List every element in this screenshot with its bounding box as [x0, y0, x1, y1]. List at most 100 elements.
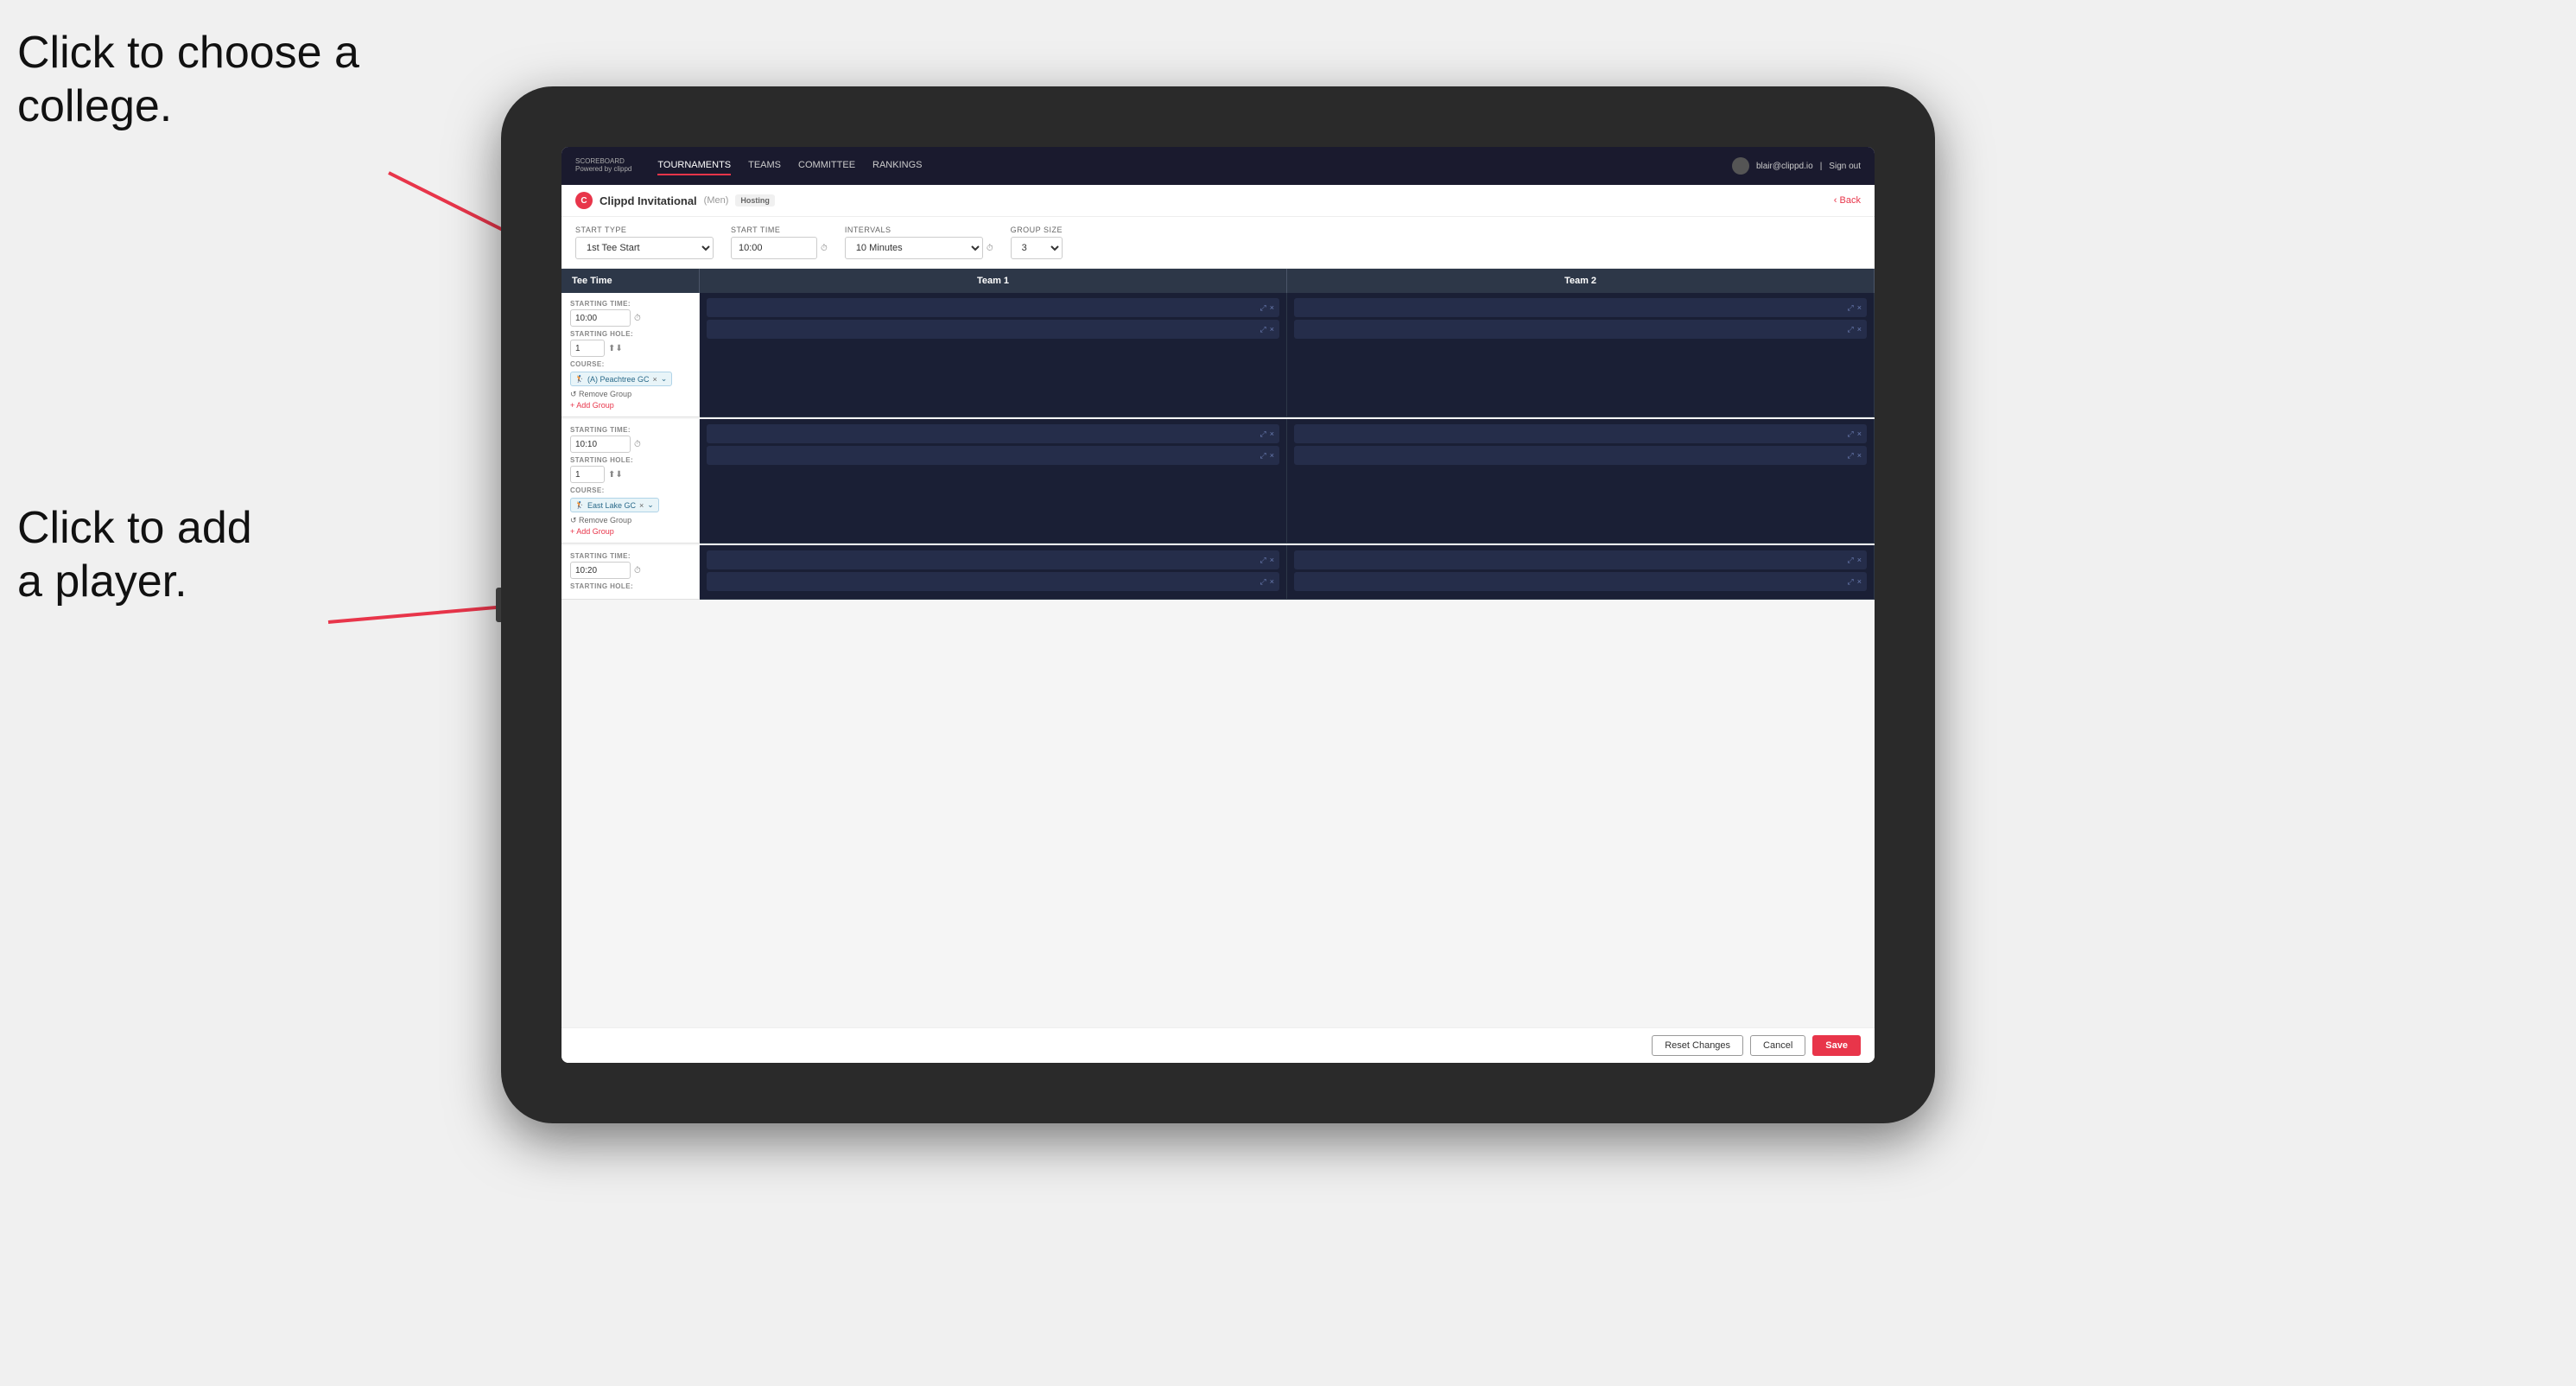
- time-clock-icon-r1: ⏱: [634, 314, 641, 323]
- start-type-label: Start Type: [575, 226, 714, 234]
- course-remove-r2[interactable]: ×: [639, 501, 644, 510]
- course-icon-r1: 🏌: [575, 375, 584, 383]
- player-remove-icon12[interactable]: ×: [1857, 577, 1862, 586]
- player-remove-icon[interactable]: ×: [1270, 303, 1274, 312]
- remove-group-r1[interactable]: ↺ Remove Group: [570, 390, 690, 399]
- player-row-r2-t1-1[interactable]: ⤢ ×: [707, 424, 1279, 443]
- add-group-r1[interactable]: + Add Group: [570, 401, 690, 410]
- course-tag-r2[interactable]: 🏌 East Lake GC × ⌄: [570, 498, 659, 512]
- user-email: blair@clippd.io: [1756, 162, 1813, 171]
- annotation-player-text: Click to add a player.: [17, 503, 252, 607]
- logo-sub-text: Powered by clippd: [575, 166, 631, 174]
- starting-time-input-r3[interactable]: [570, 562, 631, 579]
- nav-teams[interactable]: TEAMS: [748, 156, 781, 175]
- app-logo: SCOREBOARD Powered by clippd: [575, 158, 631, 174]
- user-avatar: [1732, 157, 1749, 175]
- save-button[interactable]: Save: [1812, 1035, 1861, 1056]
- player-expand-icon3: ⤢: [1848, 303, 1854, 313]
- course-dropdown-r1[interactable]: ⌄: [661, 374, 668, 384]
- reset-changes-button[interactable]: Reset Changes: [1652, 1035, 1743, 1056]
- player-expand-icon6: ⤢: [1260, 451, 1266, 461]
- th-tee-time: Tee Time: [562, 269, 700, 293]
- tablet-side-button: [496, 588, 501, 622]
- back-label: Back: [1840, 195, 1861, 206]
- remove-group-r2[interactable]: ↺ Remove Group: [570, 516, 690, 525]
- nav-rankings[interactable]: RANKINGS: [872, 156, 922, 175]
- team2-cell-r3: ⤢ × ⤢ ×: [1287, 545, 1875, 600]
- starting-hole-label-r1: STARTING HOLE:: [570, 330, 690, 338]
- starting-hole-input-r2[interactable]: [570, 466, 605, 483]
- player-remove-icon6[interactable]: ×: [1270, 451, 1274, 460]
- group-size-select[interactable]: 3: [1011, 237, 1063, 259]
- hole-stepper-r2[interactable]: ⬆⬇: [608, 470, 623, 480]
- player-row-r2-t1-2[interactable]: ⤢ ×: [707, 446, 1279, 465]
- player-row-r2-t2-2[interactable]: ⤢ ×: [1294, 446, 1867, 465]
- player-row-r1-t1-2[interactable]: ⤢ ×: [707, 320, 1279, 339]
- starting-time-input-r2[interactable]: [570, 436, 631, 453]
- player-remove-icon8[interactable]: ×: [1857, 451, 1862, 460]
- player-row-r3-t2-2[interactable]: ⤢ ×: [1294, 572, 1867, 591]
- starting-time-label-r1: STARTING TIME:: [570, 300, 690, 308]
- tablet-shell: SCOREBOARD Powered by clippd TOURNAMENTS…: [501, 86, 1935, 1123]
- sub-header: C Clippd Invitational (Men) Hosting ‹ Ba…: [562, 185, 1875, 217]
- nav-committee[interactable]: COMMITTEE: [798, 156, 855, 175]
- player-row-r1-t1-1[interactable]: ⤢ ×: [707, 298, 1279, 317]
- start-type-group: Start Type 1st Tee Start: [575, 226, 714, 259]
- player-remove-icon10[interactable]: ×: [1270, 577, 1274, 586]
- player-expand-icon11: ⤢: [1848, 556, 1854, 565]
- player-expand-icon12: ⤢: [1848, 577, 1854, 587]
- add-group-r2[interactable]: + Add Group: [570, 527, 690, 536]
- team2-cell-r1: ⤢ × ⤢ ×: [1287, 293, 1875, 417]
- sign-out-link[interactable]: Sign out: [1829, 162, 1861, 171]
- starting-hole-label-r3: STARTING HOLE:: [570, 582, 690, 590]
- player-remove-icon2[interactable]: ×: [1270, 325, 1274, 334]
- action-links-r1: ↺ Remove Group + Add Group: [570, 390, 690, 410]
- back-button[interactable]: ‹ Back: [1834, 195, 1861, 206]
- event-logo-icon: C: [575, 192, 593, 209]
- event-title: C Clippd Invitational (Men) Hosting: [575, 192, 775, 209]
- th-team1: Team 1: [700, 269, 1287, 293]
- annotation-college: Click to choose a college.: [17, 26, 359, 134]
- team2-cell-r2: ⤢ × ⤢ ×: [1287, 419, 1875, 544]
- course-tag-r1[interactable]: 🏌 (A) Peachtree GC × ⌄: [570, 372, 672, 386]
- course-name-r2: East Lake GC: [587, 501, 636, 510]
- player-row-r3-t1-1[interactable]: ⤢ ×: [707, 550, 1279, 569]
- time-clock-icon-r2: ⏱: [634, 440, 641, 449]
- player-row-r1-t2-2[interactable]: ⤢ ×: [1294, 320, 1867, 339]
- course-remove-r1[interactable]: ×: [653, 375, 657, 384]
- left-panel-row2: STARTING TIME: ⏱ STARTING HOLE: ⬆⬇ COURS…: [562, 419, 700, 544]
- start-time-input[interactable]: [731, 237, 817, 259]
- nav-tournaments[interactable]: TOURNAMENTS: [657, 156, 731, 175]
- player-remove-icon11[interactable]: ×: [1857, 556, 1862, 564]
- table-header: Tee Time Team 1 Team 2: [562, 269, 1875, 293]
- player-remove-icon4[interactable]: ×: [1857, 325, 1862, 334]
- player-row-r3-t2-1[interactable]: ⤢ ×: [1294, 550, 1867, 569]
- intervals-icon: ⏱: [987, 244, 993, 253]
- player-remove-icon7[interactable]: ×: [1857, 429, 1862, 438]
- start-type-select[interactable]: 1st Tee Start: [575, 237, 714, 259]
- table-row: STARTING TIME: ⏱ STARTING HOLE: ⬆⬇ COURS…: [562, 293, 1875, 417]
- annotation-player: Click to add a player.: [17, 501, 252, 609]
- player-row-r3-t1-2[interactable]: ⤢ ×: [707, 572, 1279, 591]
- form-controls: Start Type 1st Tee Start Start Time ⏱ In…: [562, 217, 1875, 269]
- player-remove-icon9[interactable]: ×: [1270, 556, 1274, 564]
- player-row-r2-t2-1[interactable]: ⤢ ×: [1294, 424, 1867, 443]
- starting-time-input-r1[interactable]: [570, 309, 631, 327]
- intervals-select[interactable]: 10 Minutes: [845, 237, 983, 259]
- start-time-label: Start Time: [731, 226, 828, 234]
- clock-icon: ⏱: [821, 244, 828, 253]
- player-remove-icon3[interactable]: ×: [1857, 303, 1862, 312]
- starting-hole-input-r1[interactable]: [570, 340, 605, 357]
- divider: |: [1820, 162, 1823, 171]
- annotation-college-text: Click to choose a college.: [17, 28, 359, 131]
- hosting-badge: Hosting: [735, 194, 775, 207]
- nav-links: TOURNAMENTS TEAMS COMMITTEE RANKINGS: [657, 156, 1732, 175]
- player-remove-icon5[interactable]: ×: [1270, 429, 1274, 438]
- player-row-r1-t2-1[interactable]: ⤢ ×: [1294, 298, 1867, 317]
- hole-stepper-r1[interactable]: ⬆⬇: [608, 344, 623, 353]
- left-panel-row1: STARTING TIME: ⏱ STARTING HOLE: ⬆⬇ COURS…: [562, 293, 700, 417]
- cancel-button[interactable]: Cancel: [1750, 1035, 1805, 1056]
- course-label-r2: COURSE:: [570, 486, 690, 494]
- player-expand-icon: ⤢: [1260, 303, 1266, 313]
- course-dropdown-r2[interactable]: ⌄: [647, 500, 654, 510]
